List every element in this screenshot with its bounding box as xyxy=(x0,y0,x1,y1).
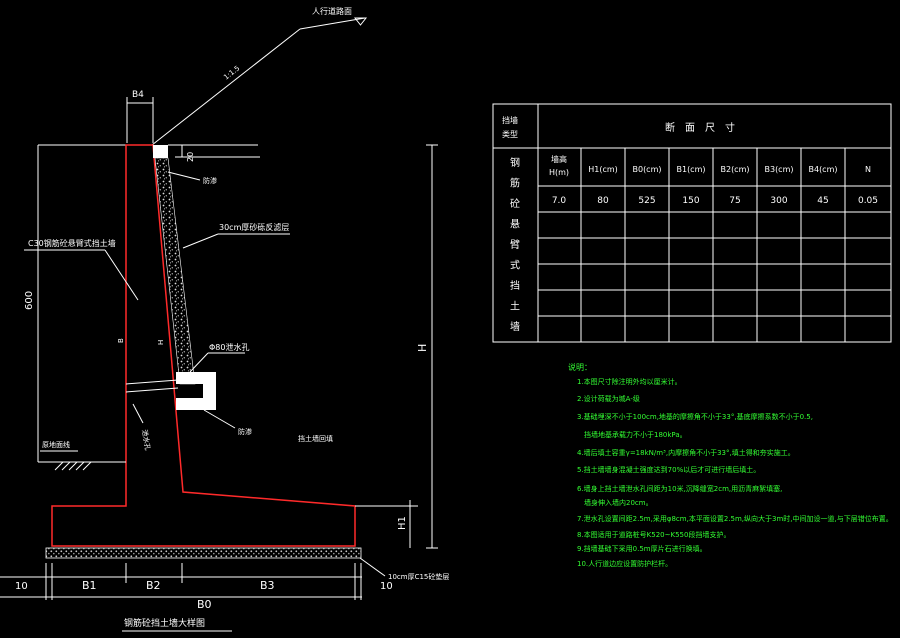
road-surface-line xyxy=(299,17,366,30)
table-column-header: B3(cm) xyxy=(764,165,793,174)
note-item: 1.本图尺寸除注明外均以厘米计。 xyxy=(577,377,682,386)
h-inner-label: H xyxy=(157,340,165,345)
table-cell: 150 xyxy=(682,196,699,206)
table-cell: 75 xyxy=(729,196,740,206)
dim-b1: B1 xyxy=(82,579,97,592)
type-name-char: 悬 xyxy=(510,219,520,231)
b-inner-label: B xyxy=(117,338,125,343)
gravel-leader xyxy=(182,233,219,249)
filter-top-label: 防渗 xyxy=(203,176,217,185)
dim-600-label: 600 xyxy=(24,291,35,310)
table-section-header: 断 面 尺 寸 xyxy=(665,121,735,134)
drawing-canvas: 人行道路面 1:1.5 B4 20 防渗 30cm厚砂砾反滤层 C30钢筋砼悬臂… xyxy=(0,6,893,632)
type-name-char: 墙 xyxy=(510,320,520,333)
note-item: 4.墙后填土容重γ=18kN/m³,内摩擦角不小于33°,填土得和夯实施工。 xyxy=(577,448,795,457)
note-item: 10.人行道边应设置防护栏杆。 xyxy=(577,559,672,568)
dim-b3: B3 xyxy=(260,579,275,592)
slope-line xyxy=(151,28,301,146)
drain-pipe-label: Φ80泄水孔 xyxy=(209,342,249,352)
type-name-char: 钢 xyxy=(510,156,520,169)
table-cell: 300 xyxy=(770,196,787,206)
table-cell: 80 xyxy=(597,196,609,206)
drain-pipe-line-1 xyxy=(125,379,179,385)
dim-h-label: H xyxy=(416,344,429,352)
dim-10-left: 10 xyxy=(15,581,28,592)
type-name-char: 砼 xyxy=(510,197,520,210)
notes-list: 1.本图尺寸除注明外均以厘米计。 2.设计荷载为城A-级 3.基础埋深不小于100c… xyxy=(577,377,893,568)
table-rows: 7.0 80 525 150 75 300 45 0.05 xyxy=(552,196,878,206)
clay-leader xyxy=(203,409,236,429)
table-type-name: 钢筋砼悬臂式挡土墙 xyxy=(510,156,520,333)
gravel-layer-label: 30cm厚砂砾反滤层 xyxy=(219,222,289,232)
note-item: 5.挡土墙墙身混凝土强度达到70%以后才可进行墙后填土。 xyxy=(577,465,760,474)
dim-b0: B0 xyxy=(197,598,212,611)
table-cell: 7.0 xyxy=(552,196,567,206)
type-name-char: 土 xyxy=(510,300,520,313)
b4-label: B4 xyxy=(132,90,144,100)
table-column-header: B1(cm) xyxy=(676,165,705,174)
wall-concrete-label: C30钢筋砼悬臂式挡土墙 xyxy=(28,238,116,248)
filter-top-leader xyxy=(167,171,201,181)
dim-10-right: 10 xyxy=(380,581,393,592)
type-name-char: 筋 xyxy=(510,177,520,190)
note-item: 6.墙身上挡土墙泄水孔间距为10米,沉降缝宽2cm,用沥青麻絮填塞, xyxy=(577,484,782,493)
table-cell: 525 xyxy=(638,196,655,206)
type-name-char: 臂 xyxy=(510,238,520,251)
ground-hatch-icon xyxy=(54,461,92,471)
note-item: 2.设计荷载为城A-级 xyxy=(577,394,640,403)
table-type-header: 挡墙类型 xyxy=(502,115,518,139)
ground-line-label: 原地面线 xyxy=(42,440,70,449)
table-column-header: H(m) xyxy=(549,168,569,177)
seepage-label: 泄水孔 xyxy=(140,429,153,451)
type-name-char: 挡 xyxy=(510,279,520,292)
dim-20-label: 20 xyxy=(186,152,195,162)
drain-pipe-line-2 xyxy=(125,387,179,393)
type-name-char: 式 xyxy=(510,259,520,272)
clay-seal xyxy=(176,372,216,410)
note-item: 挡墙地基承载力不小于180kPa。 xyxy=(577,430,687,439)
note-item: 8.本图适用于道路桩号K520~K550段挡墙支护。 xyxy=(577,530,730,539)
backfill-label: 挡土墙回填 xyxy=(298,434,333,443)
wall-concrete-leader xyxy=(104,249,139,301)
table-column-header: B4(cm) xyxy=(808,165,837,174)
table-column-header: H1(cm) xyxy=(588,165,618,174)
cushion-leader xyxy=(359,557,386,577)
gravel-filter-layer xyxy=(154,157,196,385)
wall-outline xyxy=(51,144,356,547)
fill-label: 防渗 xyxy=(238,427,252,436)
table-cell: 0.05 xyxy=(858,196,878,206)
note-item: 9.挡墙基础下采用0.5m厚片石进行换填。 xyxy=(577,544,707,553)
cushion-label: 10cm厚C15砼垫层 xyxy=(388,572,449,581)
slope-label: 1:1.5 xyxy=(222,64,241,81)
top-seal-block xyxy=(153,145,168,158)
drawing-title: 钢筋砼挡土墙大样图 xyxy=(124,617,205,629)
table-column-header: B0(cm) xyxy=(632,165,661,174)
dim-b2: B2 xyxy=(146,579,161,592)
note-item: 3.基础埋深不小于100cm,地基的摩擦角不小于33°,基底摩擦系数不小于0.5… xyxy=(577,412,813,421)
cushion-layer xyxy=(45,547,362,559)
table-cell: 45 xyxy=(817,196,828,206)
note-item: 墙身伸入墙内20cm。 xyxy=(577,498,653,507)
note-item: 7.泄水孔设置间距2.5m,采用φ8cm,本平面设置2.5m,纵向大于3m时,中… xyxy=(577,514,893,523)
dimension-table xyxy=(492,103,892,343)
table-column-header: B2(cm) xyxy=(720,165,749,174)
table-columns: 墙高 H(m) H1(cm) B0(cm) B1(cm) B2(cm) B3(cm) B4(c… xyxy=(549,154,871,177)
road-surface-label: 人行道路面 xyxy=(312,6,352,16)
table-column-header: N xyxy=(865,165,871,174)
seepage-leader xyxy=(132,403,144,424)
table-column-header: 墙高 xyxy=(551,154,567,164)
h1-label: H1 xyxy=(397,516,408,530)
notes-title: 说明： xyxy=(568,362,592,372)
